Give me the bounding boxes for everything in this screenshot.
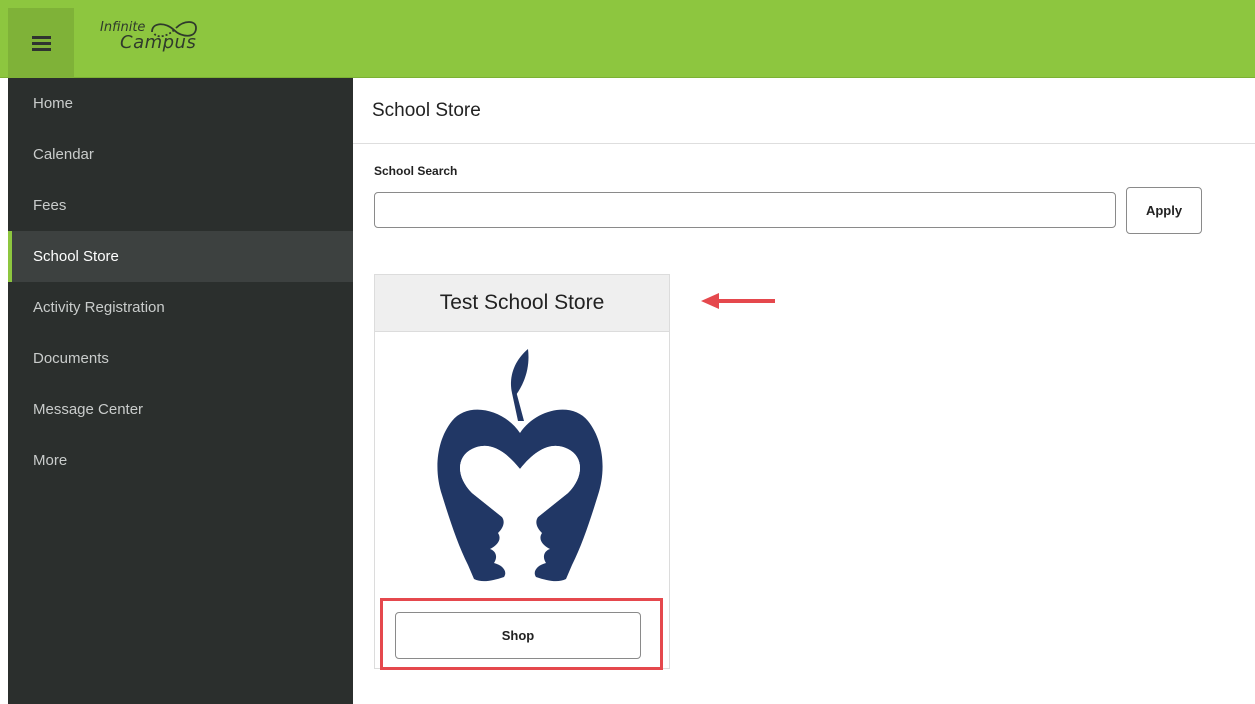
sidebar-item-label: School Store xyxy=(33,248,119,265)
sidebar-item-calendar[interactable]: Calendar xyxy=(8,129,353,180)
main-content: School Store School Search Apply Test Sc… xyxy=(353,78,1255,704)
sidebar-item-label: Home xyxy=(33,95,74,112)
menu-button[interactable] xyxy=(8,8,74,78)
top-bar: Infinite Campus xyxy=(0,0,1255,78)
sidebar-item-fees[interactable]: Fees xyxy=(8,180,353,231)
apply-button[interactable]: Apply xyxy=(1126,187,1202,234)
logo-text-bottom: Campus xyxy=(120,32,197,53)
store-card-title: Test School Store xyxy=(375,275,669,332)
store-card-footer: Shop xyxy=(375,597,669,668)
hamburger-icon xyxy=(31,35,51,51)
sidebar-item-label: More xyxy=(33,452,68,469)
sidebar-item-label: Message Center xyxy=(33,401,144,418)
page-title: School Store xyxy=(372,99,481,121)
shop-button[interactable]: Shop xyxy=(395,612,641,659)
sidebar-item-documents[interactable]: Documents xyxy=(8,333,353,384)
sidebar-item-message-center[interactable]: Message Center xyxy=(8,384,353,435)
sidebar-item-home[interactable]: Home xyxy=(8,78,353,129)
infinite-campus-logo: Infinite Campus xyxy=(100,20,225,62)
page-header: School Store xyxy=(353,78,1255,144)
sidebar-item-label: Calendar xyxy=(33,146,94,163)
store-logo-image xyxy=(375,332,669,597)
school-search-label: School Search xyxy=(374,164,458,178)
red-arrow-icon xyxy=(701,293,775,309)
sidebar-item-label: Documents xyxy=(33,350,109,367)
sidebar-item-label: Activity Registration xyxy=(33,299,165,316)
apple-heart-faces-logo xyxy=(437,348,603,581)
store-card: Test School Store Shop xyxy=(374,274,670,669)
school-search-input[interactable] xyxy=(374,192,1116,228)
sidebar-item-school-store[interactable]: School Store xyxy=(8,231,353,282)
sidebar-item-more[interactable]: More xyxy=(8,435,353,486)
sidebar-item-label: Fees xyxy=(33,197,67,214)
sidebar-nav: Home Calendar Fees School Store Activity… xyxy=(8,78,353,704)
sidebar-item-activity-registration[interactable]: Activity Registration xyxy=(8,282,353,333)
